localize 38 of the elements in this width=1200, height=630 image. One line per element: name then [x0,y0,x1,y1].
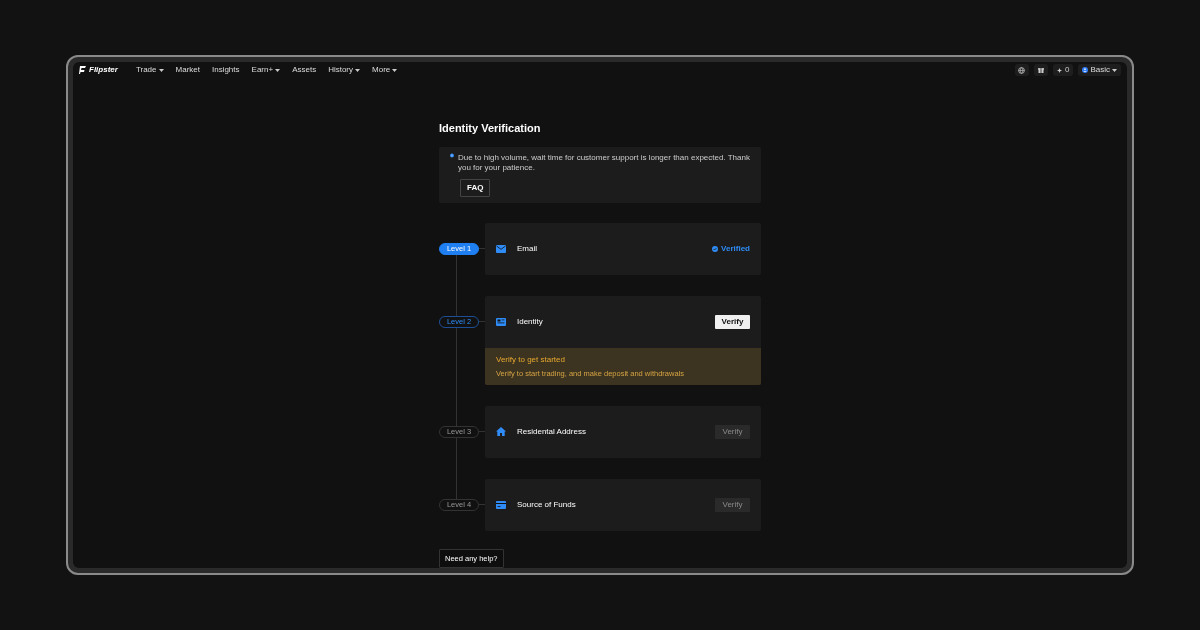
step-title: Identity [517,315,543,328]
globe-icon [1018,66,1026,74]
caret-icon [392,68,398,72]
verified-status: Verified [721,242,750,255]
envelope-icon [496,244,506,253]
id-card-icon [496,317,506,326]
nav-link[interactable]: Trade [135,64,164,77]
step-title: Email [517,242,537,255]
logo-text: Flipster [89,64,118,77]
step-title: Source of Funds [517,498,576,511]
verify-button[interactable]: Verify [715,314,750,329]
caret-icon [158,68,164,72]
warning-title: Verify to get started [496,353,566,366]
house-icon [496,427,506,437]
nav-link[interactable]: Insights [211,64,240,77]
nav-link[interactable]: Market [175,64,200,77]
nav-link[interactable]: More [372,64,398,77]
nav-link[interactable]: Assets [292,64,317,77]
points-button[interactable]: 0 [1053,64,1074,77]
gift-button[interactable] [1034,64,1048,77]
notice-text: Due to high volume, wait time for customer support is longer than expected. Thank you for your patience. [457,152,750,173]
page-title: Identity Verification [439,121,542,137]
info-icon [450,152,454,158]
globe-button[interactable] [1015,64,1029,77]
account-button[interactable]: Basic [1078,64,1121,77]
check-circle-icon [712,245,719,252]
caret-icon [1112,68,1117,72]
sparkle-icon [1057,67,1062,73]
step-title: Residental Address [517,425,586,438]
card-icon [496,500,506,509]
logo-icon [79,66,86,75]
caret-icon [275,68,281,72]
nav-link[interactable]: Earn+ [251,64,281,77]
caret-icon [355,68,361,72]
faq-button[interactable]: FAQ [460,178,491,197]
nav-link[interactable]: History [328,64,361,77]
user-icon [1082,67,1089,74]
gift-icon [1038,67,1044,74]
